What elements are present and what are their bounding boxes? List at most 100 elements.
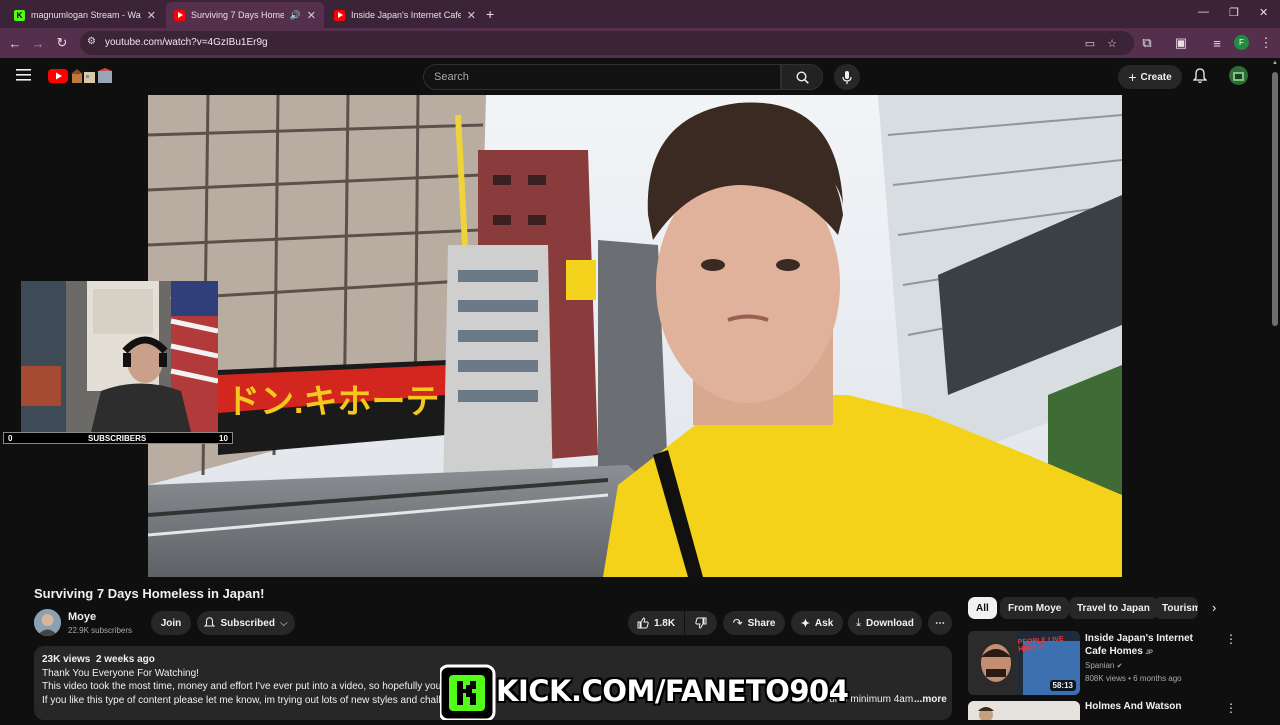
recommendation-title[interactable]: Inside Japan's Internet Cafe Homes JP [1085,632,1215,660]
sparkle-icon: ✦ [800,617,810,630]
ask-button[interactable]: ✦ Ask [791,611,843,635]
youtube-header: Search + Create [0,58,1280,95]
back-icon[interactable]: ← [5,33,25,53]
page-scrollbar[interactable]: ▲ [1270,58,1280,720]
download-icon: ⤓ [856,616,862,629]
video-player[interactable]: ドン.キホーテ [148,95,1122,577]
description-line: This video took the most time, money and… [42,681,442,692]
ask-label: Ask [814,617,834,629]
microphone-icon [842,70,852,84]
chip-from-moye[interactable]: From Moye [1000,597,1070,619]
thumbs-down-icon [695,617,707,629]
speaker-icon[interactable]: 🔊 [290,10,301,21]
more-horiz-icon: ⋯ [935,617,945,629]
youtube-icon [334,9,345,21]
channel-name[interactable]: Moye [68,611,96,623]
subs-goal: 10 [219,434,228,443]
browser-toolbar: ← → ↻ ⚙ youtube.com/watch?v=4GzIBu1Er9g … [0,28,1280,58]
bookmark-star-icon[interactable]: ☆ [1104,35,1120,51]
recommendation-thumbnail[interactable]: PEOPLE LIVE HERE?! 58:13 [968,631,1080,695]
kick-url-text: KICK.COM/FANETO904 [495,673,850,709]
subs-label: SUBSCRIBERS [88,434,147,443]
svg-text:ドン.キホーテ: ドン.キホーテ [226,383,439,421]
subscriber-count: 22.9K subscribers [68,626,133,635]
create-label: Create [1140,71,1172,83]
description-line: If you like this type of content please … [42,694,442,706]
subs-current: 0 [8,434,13,443]
recommendation-channel[interactable]: Spanian ✔ [1085,661,1122,670]
kick-promo-banner: KICK.COM/FANETO904 [438,662,850,722]
more-vert-icon[interactable]: ⋮ [1256,33,1276,53]
dislike-button[interactable] [685,611,717,635]
like-button[interactable]: 1.8K [628,611,684,635]
language-badge: JP [1145,650,1153,656]
minimize-icon[interactable]: — [1198,6,1209,18]
account-avatar[interactable] [1229,66,1248,85]
subscribed-label: Subscribed [220,617,275,629]
address-bar[interactable]: ⚙ youtube.com/watch?v=4GzIBu1Er9g ▭ ☆ [80,31,1134,55]
close-window-icon[interactable]: ✕ [1259,6,1268,19]
browser-tab-kick[interactable]: K magnumlogan Stream - Watch ✕ [6,2,164,28]
media-controls-icon[interactable]: ≡ [1207,33,1227,53]
more-vert-icon[interactable]: ⋮ [1225,701,1237,715]
voice-search-button[interactable] [834,64,860,90]
recommendation-meta: 808K views • 6 months ago [1085,674,1182,683]
close-icon[interactable]: ✕ [467,9,476,22]
chevron-right-icon[interactable]: › [1212,600,1216,615]
video-frame: ドン.キホーテ [148,95,1122,577]
notifications-bell-icon[interactable] [1192,68,1208,89]
reload-icon[interactable]: ↻ [52,33,72,53]
chip-all[interactable]: All [968,597,997,619]
share-button[interactable]: ↷ Share [723,611,785,635]
tab-title: Inside Japan's Internet Cafe Ho [351,10,461,20]
tab-title: Surviving 7 Days Homeless [191,10,284,20]
share-icon: ↷ [732,616,743,630]
hamburger-menu-icon[interactable] [16,68,31,86]
close-icon[interactable]: ✕ [307,9,316,22]
youtube-logo[interactable] [48,68,114,90]
search-input[interactable]: Search [423,64,781,90]
scroll-up-icon[interactable]: ▲ [1272,60,1278,66]
close-icon[interactable]: ✕ [147,9,156,22]
plus-icon: + [1128,69,1137,85]
chevron-down-icon: ⌵ [279,617,288,629]
recommendation-title-text: Inside Japan's Internet Cafe Homes [1085,633,1193,657]
video-title: Surviving 7 Days Homeless in Japan! [34,586,265,601]
join-button[interactable]: Join [151,611,191,635]
tab-title: magnumlogan Stream - Watch [31,10,141,20]
extensions-icon[interactable]: ⧉ [1137,33,1157,53]
forward-icon[interactable]: → [28,33,48,53]
thumbs-up-icon [637,617,649,629]
view-count: 23K views [42,654,91,665]
verified-icon: ✔ [1116,663,1123,670]
video-duration: 58:13 [1049,680,1076,691]
channel-avatar[interactable] [34,609,61,636]
chip-tourism[interactable]: Tourism [1154,597,1198,619]
kick-icon: K [14,9,25,21]
chip-travel-to-japan[interactable]: Travel to Japan [1069,597,1158,619]
subscribed-button[interactable]: Subscribed ⌵ [197,611,295,635]
more-link[interactable]: ...more [914,693,947,707]
more-vert-icon[interactable]: ⋮ [1225,632,1237,646]
site-info-icon[interactable]: ⚙ [87,36,96,47]
search-button[interactable] [781,64,823,90]
download-button[interactable]: ⤓ Download [848,611,922,635]
search-icon [795,70,809,84]
youtube-icon [174,9,185,21]
reading-mode-icon[interactable]: ▣ [1171,33,1191,53]
cast-icon[interactable]: ▭ [1082,35,1098,51]
create-button[interactable]: + Create [1118,65,1182,89]
restore-icon[interactable]: ❐ [1229,6,1239,19]
url-text: youtube.com/watch?v=4GzIBu1Er9g [105,37,268,48]
recommendation-thumbnail[interactable] [968,701,1080,720]
scrollbar-thumb[interactable] [1272,72,1278,326]
browser-tab-video[interactable]: Surviving 7 Days Homeless 🔊 ✕ [166,2,324,28]
more-actions-button[interactable]: ⋯ [928,611,952,635]
browser-tab-recommend[interactable]: Inside Japan's Internet Cafe Ho ✕ [326,2,484,28]
webcam-overlay [21,281,218,432]
profile-avatar[interactable]: F [1234,35,1249,50]
like-count: 1.8K [653,617,676,629]
new-tab-icon[interactable]: + [486,6,494,22]
webcam-feed [21,281,218,432]
recommendation-title[interactable]: Holmes And Watson [1085,701,1181,712]
